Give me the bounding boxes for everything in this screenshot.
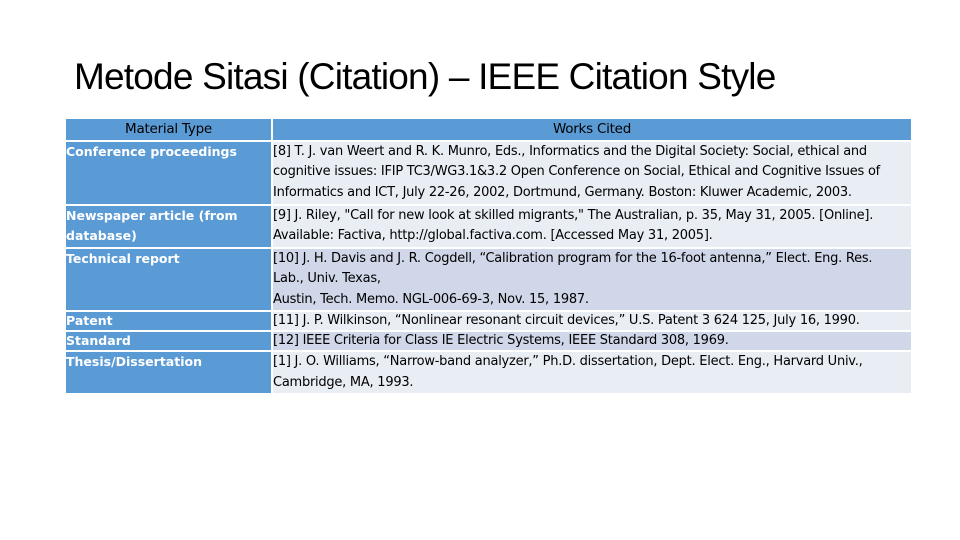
material-type-cell: Newspaper article (from database) (66, 205, 273, 247)
table-row: Conference proceedings [8] T. J. van Wee… (66, 141, 911, 204)
table-row: Thesis/Dissertation [1] J. O. Williams, … (66, 352, 911, 393)
citation-table: Material Type Works Cited Conference pro… (66, 117, 911, 395)
header-works-cited: Works Cited (273, 119, 911, 140)
citation-line: Austin, Tech. Memo. NGL-006-69-3, Nov. 1… (273, 291, 589, 307)
material-type-cell: Technical report (66, 248, 273, 310)
material-type-cell: Patent (66, 312, 273, 330)
table-row: Technical report [10] J. H. Davis and J.… (66, 248, 911, 310)
material-type-cell: Thesis/Dissertation (66, 352, 273, 393)
citation-cell: [9] J. Riley, "Call for new look at skil… (273, 205, 911, 247)
material-type-cell: Conference proceedings (66, 141, 273, 204)
table-header-row: Material Type Works Cited (66, 119, 911, 140)
citation-cell: [8] T. J. van Weert and R. K. Munro, Eds… (273, 141, 911, 204)
slide-title: Metode Sitasi (Citation) – IEEE Citation… (74, 56, 776, 97)
citation-line: [10] J. H. Davis and J. R. Cogdell, “Cal… (273, 250, 873, 266)
table-row: Patent [11] J. P. Wilkinson, “Nonlinear … (66, 312, 911, 330)
table-row: Newspaper article (from database) [9] J.… (66, 205, 911, 247)
header-material-type: Material Type (66, 119, 273, 140)
material-type-cell: Standard (66, 332, 273, 350)
citation-cell: [10] J. H. Davis and J. R. Cogdell, “Cal… (273, 248, 911, 310)
table-row: Standard [12] IEEE Criteria for Class IE… (66, 332, 911, 350)
citation-line: Lab., Univ. Texas, (273, 271, 381, 286)
citation-cell: [12] IEEE Criteria for Class IE Electric… (273, 332, 911, 350)
citation-cell: [1] J. O. Williams, “Narrow-band analyze… (273, 352, 911, 393)
citation-cell: [11] J. P. Wilkinson, “Nonlinear resonan… (273, 312, 911, 330)
